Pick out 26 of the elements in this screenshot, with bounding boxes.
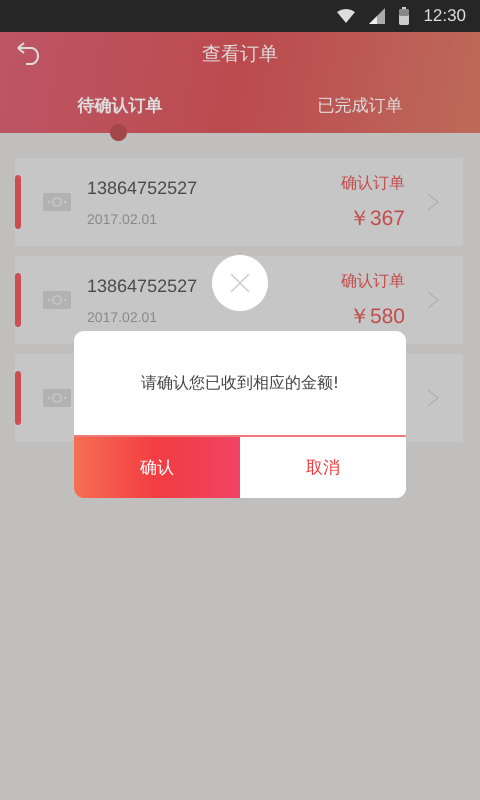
battery-icon xyxy=(399,7,410,25)
close-icon xyxy=(230,273,250,293)
chevron-right-icon xyxy=(427,193,439,211)
chevron-right-icon xyxy=(427,291,439,309)
confirm-button[interactable]: 确认 xyxy=(74,437,240,498)
tab-indicator xyxy=(110,124,126,141)
confirm-order-link[interactable]: 确认订单 xyxy=(341,270,405,292)
back-icon[interactable] xyxy=(16,42,42,66)
accent-bar xyxy=(15,273,21,327)
confirm-order-link[interactable]: 确认订单 xyxy=(341,172,405,194)
accent-bar xyxy=(15,371,21,425)
order-amount: ￥367 xyxy=(348,206,405,232)
tab[interactable]: 待确认订单 xyxy=(72,90,168,121)
order-date: 2017.02.01 xyxy=(87,308,158,324)
accent-bar xyxy=(15,175,21,229)
phone-number: 13864752527 xyxy=(87,178,198,198)
order-date: 2017.02.01 xyxy=(87,210,158,226)
order-card[interactable]: 13864752527 2017.02.01 确认订单 ￥367 xyxy=(15,158,463,246)
page-title: 查看订单 xyxy=(202,42,278,67)
signal-icon xyxy=(369,8,386,24)
phone-number: 13864752527 xyxy=(87,276,198,296)
status-time: 12:30 xyxy=(423,6,466,26)
tab[interactable]: 已完成订单 xyxy=(312,90,408,121)
wifi-icon xyxy=(337,9,356,23)
order-amount: ￥580 xyxy=(348,304,405,330)
chevron-right-icon xyxy=(427,389,439,407)
